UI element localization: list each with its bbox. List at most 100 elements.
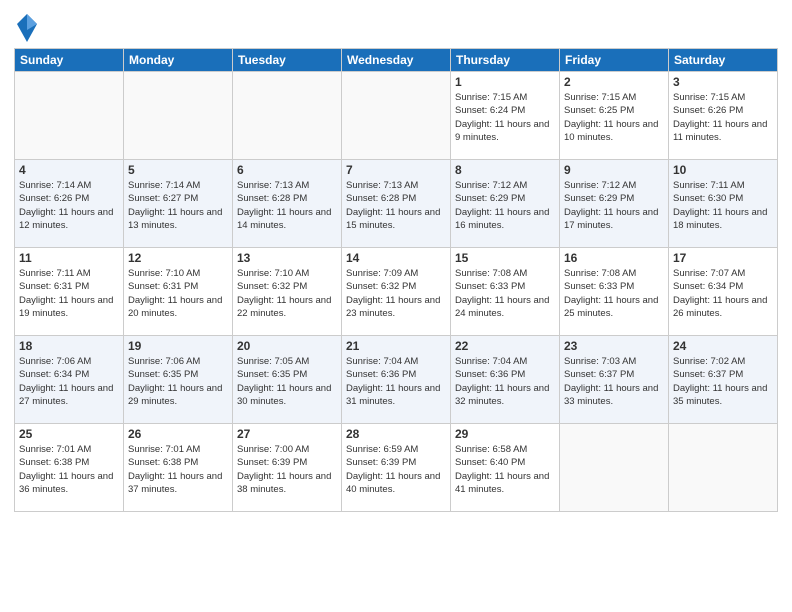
day-info: Sunrise: 7:13 AM Sunset: 6:28 PM Dayligh… — [237, 179, 337, 232]
day-info: Sunrise: 7:14 AM Sunset: 6:27 PM Dayligh… — [128, 179, 228, 232]
weekday-header: Tuesday — [233, 49, 342, 72]
day-number: 27 — [237, 427, 337, 441]
calendar-cell: 4Sunrise: 7:14 AM Sunset: 6:26 PM Daylig… — [15, 160, 124, 248]
day-info: Sunrise: 7:06 AM Sunset: 6:35 PM Dayligh… — [128, 355, 228, 408]
day-number: 12 — [128, 251, 228, 265]
day-info: Sunrise: 7:10 AM Sunset: 6:31 PM Dayligh… — [128, 267, 228, 320]
weekday-header: Sunday — [15, 49, 124, 72]
calendar-cell: 16 Sunrise: 7:08 AM Sunset: 6:33 PM Dayli… — [560, 248, 669, 336]
day-number: 23 — [564, 339, 664, 353]
day-info: Sunrise: 7:06 AM Sunset: 6:34 PM Dayligh… — [19, 355, 119, 408]
day-number: 8 — [455, 163, 555, 177]
calendar-week-row: 11 Sunrise: 7:11 AM Sunset: 6:31 PM Dayli… — [15, 248, 778, 336]
weekday-header: Wednesday — [342, 49, 451, 72]
day-number: 7 — [346, 163, 446, 177]
calendar-cell: 27 Sunrise: 7:00 AM Sunset: 6:39 PM Dayli… — [233, 424, 342, 512]
day-number: 18 — [19, 339, 119, 353]
calendar-cell: 2 Sunrise: 7:15 AM Sunset: 6:25 PM Daylig… — [560, 72, 669, 160]
calendar-cell — [669, 424, 778, 512]
calendar-week-row: 25 Sunrise: 7:01 AM Sunset: 6:38 PM Dayli… — [15, 424, 778, 512]
day-number: 3 — [673, 75, 773, 89]
day-info: Sunrise: 7:09 AM Sunset: 6:32 PM Dayligh… — [346, 267, 446, 320]
day-info: Sunrise: 7:15 AM Sunset: 6:26 PM Dayligh… — [673, 91, 773, 144]
calendar-cell: 26 Sunrise: 7:01 AM Sunset: 6:38 PM Dayli… — [124, 424, 233, 512]
day-number: 20 — [237, 339, 337, 353]
logo — [14, 14, 37, 42]
day-number: 22 — [455, 339, 555, 353]
day-number: 2 — [564, 75, 664, 89]
day-number: 1 — [455, 75, 555, 89]
day-info: Sunrise: 7:11 AM Sunset: 6:30 PM Dayligh… — [673, 179, 773, 232]
day-number: 15 — [455, 251, 555, 265]
day-info: Sunrise: 6:59 AM Sunset: 6:39 PM Dayligh… — [346, 443, 446, 496]
calendar-cell: 17 Sunrise: 7:07 AM Sunset: 6:34 PM Dayli… — [669, 248, 778, 336]
day-info: Sunrise: 7:08 AM Sunset: 6:33 PM Dayligh… — [455, 267, 555, 320]
day-info: Sunrise: 7:08 AM Sunset: 6:33 PM Dayligh… — [564, 267, 664, 320]
calendar-cell: 23 Sunrise: 7:03 AM Sunset: 6:37 PM Dayli… — [560, 336, 669, 424]
day-number: 29 — [455, 427, 555, 441]
calendar-cell — [342, 72, 451, 160]
day-info: Sunrise: 7:03 AM Sunset: 6:37 PM Dayligh… — [564, 355, 664, 408]
calendar-week-row: 18 Sunrise: 7:06 AM Sunset: 6:34 PM Dayli… — [15, 336, 778, 424]
weekday-header: Monday — [124, 49, 233, 72]
calendar-cell — [15, 72, 124, 160]
calendar-cell: 19 Sunrise: 7:06 AM Sunset: 6:35 PM Dayli… — [124, 336, 233, 424]
day-info: Sunrise: 7:01 AM Sunset: 6:38 PM Dayligh… — [19, 443, 119, 496]
calendar-cell: 3 Sunrise: 7:15 AM Sunset: 6:26 PM Daylig… — [669, 72, 778, 160]
day-number: 5 — [128, 163, 228, 177]
day-info: Sunrise: 7:15 AM Sunset: 6:24 PM Dayligh… — [455, 91, 555, 144]
calendar-week-row: 4Sunrise: 7:14 AM Sunset: 6:26 PM Daylig… — [15, 160, 778, 248]
calendar-cell: 7 Sunrise: 7:13 AM Sunset: 6:28 PM Daylig… — [342, 160, 451, 248]
day-info: Sunrise: 7:00 AM Sunset: 6:39 PM Dayligh… — [237, 443, 337, 496]
calendar-week-row: 1 Sunrise: 7:15 AM Sunset: 6:24 PM Daylig… — [15, 72, 778, 160]
day-number: 26 — [128, 427, 228, 441]
day-number: 16 — [564, 251, 664, 265]
day-info: Sunrise: 7:04 AM Sunset: 6:36 PM Dayligh… — [455, 355, 555, 408]
calendar-cell: 12 Sunrise: 7:10 AM Sunset: 6:31 PM Dayli… — [124, 248, 233, 336]
weekday-header: Saturday — [669, 49, 778, 72]
calendar-cell: 13 Sunrise: 7:10 AM Sunset: 6:32 PM Dayli… — [233, 248, 342, 336]
calendar-cell: 29Sunrise: 6:58 AM Sunset: 6:40 PM Dayli… — [451, 424, 560, 512]
day-info: Sunrise: 7:14 AM Sunset: 6:26 PM Dayligh… — [19, 179, 119, 232]
day-info: Sunrise: 7:04 AM Sunset: 6:36 PM Dayligh… — [346, 355, 446, 408]
calendar-cell — [124, 72, 233, 160]
day-number: 11 — [19, 251, 119, 265]
day-info: Sunrise: 7:05 AM Sunset: 6:35 PM Dayligh… — [237, 355, 337, 408]
day-number: 17 — [673, 251, 773, 265]
day-info: Sunrise: 7:15 AM Sunset: 6:25 PM Dayligh… — [564, 91, 664, 144]
calendar-cell — [233, 72, 342, 160]
day-number: 25 — [19, 427, 119, 441]
day-number: 13 — [237, 251, 337, 265]
calendar-cell: 25 Sunrise: 7:01 AM Sunset: 6:38 PM Dayli… — [15, 424, 124, 512]
day-info: Sunrise: 7:12 AM Sunset: 6:29 PM Dayligh… — [455, 179, 555, 232]
calendar-cell: 20 Sunrise: 7:05 AM Sunset: 6:35 PM Dayli… — [233, 336, 342, 424]
calendar-cell: 6 Sunrise: 7:13 AM Sunset: 6:28 PM Daylig… — [233, 160, 342, 248]
calendar-cell: 10Sunrise: 7:11 AM Sunset: 6:30 PM Dayli… — [669, 160, 778, 248]
calendar-cell: 15 Sunrise: 7:08 AM Sunset: 6:33 PM Dayli… — [451, 248, 560, 336]
calendar: SundayMondayTuesdayWednesdayThursdayFrid… — [14, 48, 778, 512]
day-number: 19 — [128, 339, 228, 353]
calendar-cell: 18 Sunrise: 7:06 AM Sunset: 6:34 PM Dayli… — [15, 336, 124, 424]
day-info: Sunrise: 7:10 AM Sunset: 6:32 PM Dayligh… — [237, 267, 337, 320]
day-info: Sunrise: 7:01 AM Sunset: 6:38 PM Dayligh… — [128, 443, 228, 496]
calendar-cell — [560, 424, 669, 512]
day-info: Sunrise: 7:13 AM Sunset: 6:28 PM Dayligh… — [346, 179, 446, 232]
weekday-header: Friday — [560, 49, 669, 72]
calendar-cell: 11 Sunrise: 7:11 AM Sunset: 6:31 PM Dayli… — [15, 248, 124, 336]
calendar-header-row: SundayMondayTuesdayWednesdayThursdayFrid… — [15, 49, 778, 72]
calendar-cell: 1 Sunrise: 7:15 AM Sunset: 6:24 PM Daylig… — [451, 72, 560, 160]
weekday-header: Thursday — [451, 49, 560, 72]
calendar-cell: 8 Sunrise: 7:12 AM Sunset: 6:29 PM Daylig… — [451, 160, 560, 248]
day-number: 24 — [673, 339, 773, 353]
calendar-cell: 5 Sunrise: 7:14 AM Sunset: 6:27 PM Daylig… — [124, 160, 233, 248]
day-info: Sunrise: 7:11 AM Sunset: 6:31 PM Dayligh… — [19, 267, 119, 320]
calendar-cell: 22 Sunrise: 7:04 AM Sunset: 6:36 PM Dayli… — [451, 336, 560, 424]
calendar-cell: 24 Sunrise: 7:02 AM Sunset: 6:37 PM Dayli… — [669, 336, 778, 424]
day-info: Sunrise: 7:02 AM Sunset: 6:37 PM Dayligh… — [673, 355, 773, 408]
day-number: 9 — [564, 163, 664, 177]
day-number: 6 — [237, 163, 337, 177]
day-number: 21 — [346, 339, 446, 353]
day-info: Sunrise: 7:07 AM Sunset: 6:34 PM Dayligh… — [673, 267, 773, 320]
calendar-cell: 21 Sunrise: 7:04 AM Sunset: 6:36 PM Dayli… — [342, 336, 451, 424]
day-number: 28 — [346, 427, 446, 441]
